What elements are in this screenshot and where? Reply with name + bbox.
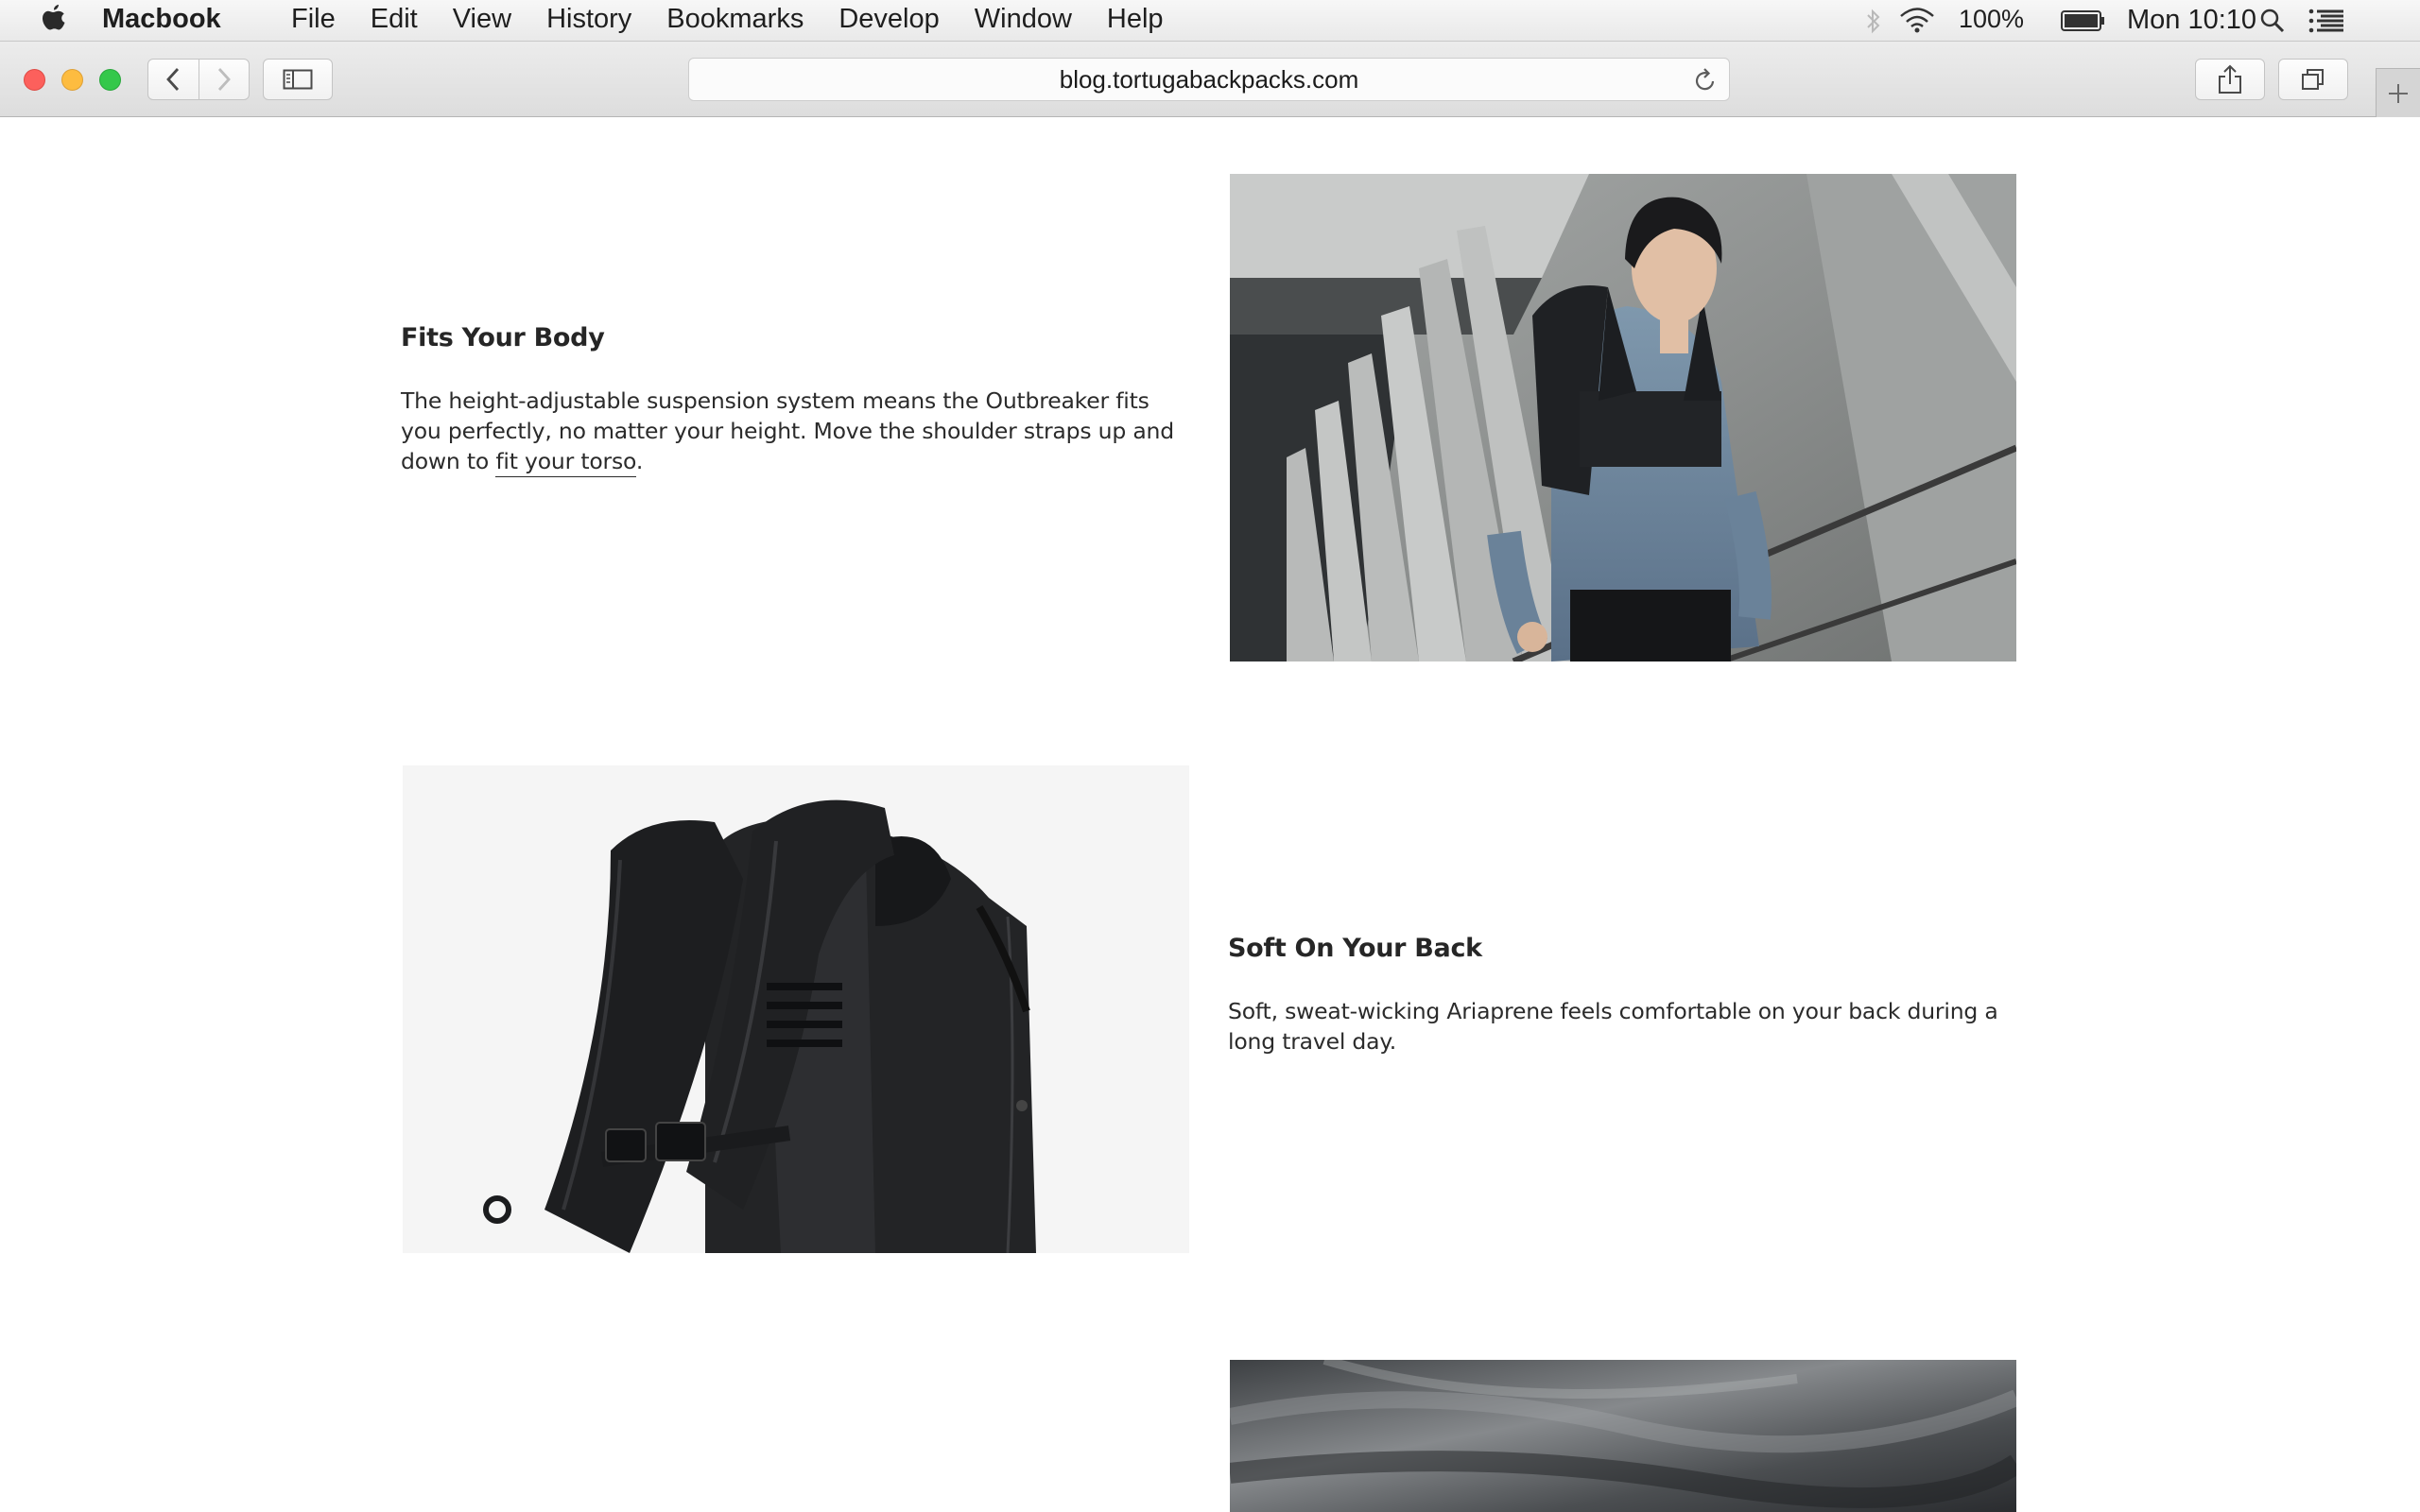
- fit-your-torso-link[interactable]: fit your torso: [495, 448, 636, 477]
- notification-center-icon[interactable]: [2308, 9, 2344, 33]
- battery-percent: 100%: [1959, 5, 2025, 33]
- clock[interactable]: Mon 10:10: [2127, 5, 2256, 36]
- share-button[interactable]: [2195, 59, 2265, 100]
- menu-app-name[interactable]: Macbook: [102, 4, 221, 35]
- stairs-photo-illustration: [1230, 174, 2016, 662]
- address-bar[interactable]: blog.tortugabackpacks.com: [688, 58, 1730, 101]
- menu-help[interactable]: Help: [1107, 4, 1164, 35]
- browser-toolbar: blog.tortugabackpacks.com: [0, 42, 2420, 117]
- status-area: 100% Mon 10:10: [1867, 0, 2420, 42]
- tabs-overview-button[interactable]: [2278, 59, 2348, 100]
- fabric-closeup-illustration: [1230, 1360, 2016, 1512]
- sidebar-button[interactable]: [263, 59, 333, 100]
- share-icon: [2219, 64, 2241, 94]
- menu-view[interactable]: View: [453, 4, 511, 35]
- menu-items: File Edit View History Bookmarks Develop…: [291, 4, 1199, 35]
- spotlight-search-icon[interactable]: [2259, 8, 2286, 34]
- section-title-fits-your-body: Fits Your Body: [401, 323, 605, 352]
- tabs-overview-icon: [2302, 69, 2324, 90]
- fabric-closeup-photo: [1230, 1360, 2016, 1512]
- menu-bar: Macbook File Edit View History Bookmarks…: [0, 0, 2420, 42]
- maximize-window-button[interactable]: [99, 69, 121, 91]
- section-text-fits-your-body: The height-adjustable suspension system …: [401, 386, 1195, 477]
- section-text-soft-on-your-back: Soft, sweat-wicking Ariaprene feels comf…: [1228, 998, 1998, 1055]
- forward-icon: [217, 68, 231, 91]
- back-icon: [166, 68, 180, 91]
- sidebar-icon: [283, 69, 313, 90]
- new-tab-icon: [2389, 83, 2408, 103]
- woman-with-backpack-on-stairs-photo: [1230, 174, 2016, 662]
- url-text: blog.tortugabackpacks.com: [1059, 64, 1359, 94]
- menu-bookmarks[interactable]: Bookmarks: [666, 4, 804, 35]
- page-content: Fits Your Body The height-adjustable sus…: [0, 117, 2420, 1512]
- menu-develop[interactable]: Develop: [838, 4, 939, 35]
- back-button[interactable]: [148, 60, 199, 99]
- backpack-back-panel-photo: [403, 765, 1189, 1253]
- reload-icon[interactable]: [1693, 67, 1718, 94]
- apple-icon[interactable]: [38, 4, 68, 36]
- section-title-soft-on-your-back: Soft On Your Back: [1228, 934, 1482, 963]
- navigation-buttons: [147, 59, 250, 100]
- close-window-button[interactable]: [24, 69, 45, 91]
- backpack-illustration: [403, 765, 1189, 1253]
- minimize-window-button[interactable]: [61, 69, 83, 91]
- menu-history[interactable]: History: [546, 4, 631, 35]
- bluetooth-icon[interactable]: [1864, 7, 1883, 37]
- section-text-end: .: [635, 448, 644, 474]
- menu-edit[interactable]: Edit: [371, 4, 418, 35]
- new-tab-button[interactable]: [2376, 68, 2420, 117]
- menu-window[interactable]: Window: [975, 4, 1072, 35]
- menu-file[interactable]: File: [291, 4, 336, 35]
- forward-button[interactable]: [199, 60, 249, 99]
- wifi-icon[interactable]: [1898, 6, 1936, 34]
- battery-icon[interactable]: [2061, 9, 2106, 32]
